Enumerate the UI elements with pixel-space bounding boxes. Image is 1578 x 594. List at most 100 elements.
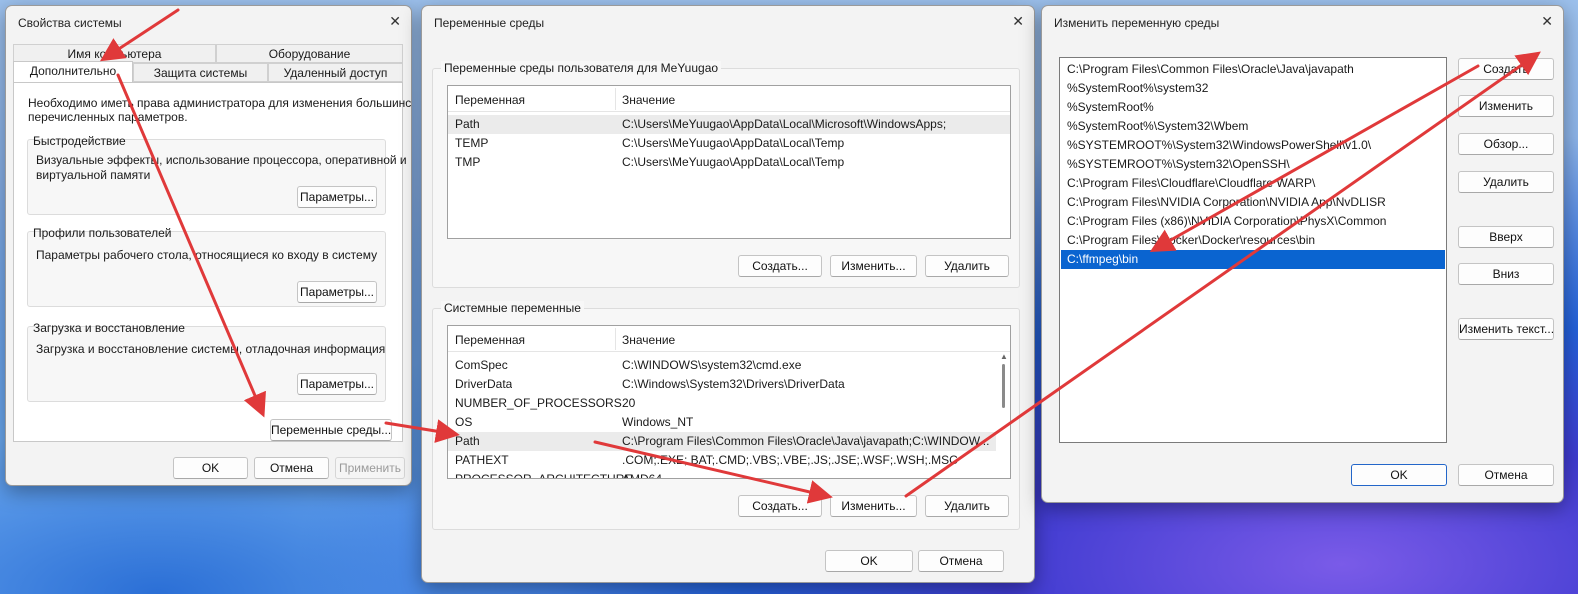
window-title: Свойства системы (18, 16, 122, 30)
delete-button[interactable]: Удалить (1458, 171, 1554, 193)
path-entries-list[interactable]: C:\Program Files\Common Files\Oracle\Jav… (1059, 57, 1447, 443)
close-icon[interactable]: ✕ (1012, 13, 1024, 30)
user-variables-title: Переменные среды пользователя для MeYuug… (441, 61, 722, 75)
system-create-button[interactable]: Создать... (738, 495, 822, 517)
scrollbar-thumb[interactable] (1002, 364, 1005, 408)
list-header: Переменная Значение (448, 326, 1010, 352)
admin-notice-line1: Необходимо иметь права администратора дл… (28, 96, 412, 110)
window-title: Переменные среды (434, 16, 545, 30)
close-icon[interactable]: ✕ (1541, 13, 1553, 30)
window-title: Изменить переменную среды (1054, 16, 1220, 30)
list-item[interactable]: %SystemRoot%\System32\Wbem (1061, 117, 1445, 136)
list-item[interactable]: %SystemRoot% (1061, 98, 1445, 117)
close-icon[interactable]: ✕ (389, 13, 401, 30)
tab-remote[interactable]: Удаленный доступ (268, 63, 403, 82)
create-button[interactable]: Создать (1458, 58, 1554, 80)
variable-value: C:\Windows\System32\Drivers\DriverData (622, 377, 845, 391)
variable-name: Path (455, 117, 480, 131)
user-variables-list[interactable]: Переменная Значение Path C:\Users\MeYuug… (447, 85, 1011, 239)
environment-variables-window: Переменные среды ✕ Переменные среды поль… (421, 5, 1035, 583)
startup-recovery-settings-button[interactable]: Параметры... (297, 373, 377, 395)
apply-button[interactable]: Применить (335, 457, 405, 479)
tab-protection[interactable]: Защита системы (133, 63, 268, 82)
column-variable[interactable]: Переменная (455, 93, 525, 107)
variable-value: 20 (622, 396, 636, 410)
system-edit-button[interactable]: Изменить... (830, 495, 917, 517)
system-variables-title: Системные переменные (441, 301, 584, 315)
table-row[interactable]: PROCESSOR_ARCHITECTURE AMD64 (448, 470, 1010, 479)
system-delete-button[interactable]: Удалить (925, 495, 1009, 517)
variable-name: PATHEXT (455, 453, 509, 467)
startup-recovery-title: Загрузка и восстановление (33, 321, 185, 335)
tab-advanced[interactable]: Дополнительно (13, 61, 133, 83)
variable-name: PROCESSOR_ARCHITECTURE (455, 472, 633, 479)
ok-button[interactable]: OK (173, 457, 248, 479)
table-row[interactable]: PATHEXT .COM;.EXE;.BAT;.CMD;.VBS;.VBE;.J… (448, 451, 1010, 470)
user-profiles-title: Профили пользователей (33, 226, 172, 240)
performance-title: Быстродействие (33, 134, 126, 148)
list-item[interactable]: %SYSTEMROOT%\System32\OpenSSH\ (1061, 155, 1445, 174)
table-row[interactable]: TEMP C:\Users\MeYuugao\AppData\Local\Tem… (448, 134, 1010, 153)
performance-settings-button[interactable]: Параметры... (297, 186, 377, 208)
user-edit-button[interactable]: Изменить... (830, 255, 917, 277)
variable-value: C:\Users\MeYuugao\AppData\Local\Temp (622, 155, 845, 169)
table-row[interactable]: Path C:\Users\MeYuugao\AppData\Local\Mic… (448, 115, 1010, 134)
variable-value: C:\Users\MeYuugao\AppData\Local\Temp (622, 136, 845, 150)
list-item[interactable]: %SystemRoot%\system32 (1061, 79, 1445, 98)
list-item[interactable]: C:\Program Files\Common Files\Oracle\Jav… (1061, 60, 1445, 79)
edit-button[interactable]: Изменить (1458, 95, 1554, 117)
column-variable[interactable]: Переменная (455, 333, 525, 347)
move-down-button[interactable]: Вниз (1458, 263, 1554, 285)
variable-name: OS (455, 415, 473, 429)
ok-button[interactable]: OK (1351, 464, 1447, 486)
list-item[interactable]: C:\Program Files\Docker\Docker\resources… (1061, 231, 1445, 250)
variable-name: DriverData (455, 377, 513, 391)
variable-value: C:\WINDOWS\system32\cmd.exe (622, 358, 802, 372)
variable-name: NUMBER_OF_PROCESSORS (455, 396, 622, 410)
performance-desc2: виртуальной памяти (36, 168, 151, 182)
variable-value: AMD64 (622, 472, 663, 479)
list-item[interactable]: C:\Program Files (x86)\NVIDIA Corporatio… (1061, 212, 1445, 231)
table-row[interactable]: NUMBER_OF_PROCESSORS 20 (448, 394, 1010, 413)
list-item[interactable]: C:\Program Files\Cloudflare\Cloudflare W… (1061, 174, 1445, 193)
system-properties-window: Свойства системы ✕ Имя компьютера Оборуд… (5, 5, 412, 486)
startup-recovery-desc: Загрузка и восстановление системы, отлад… (36, 342, 386, 356)
cancel-button[interactable]: Отмена (918, 550, 1004, 572)
title-bar: Свойства системы ✕ (6, 6, 411, 36)
scroll-up-icon[interactable]: ▲ (1000, 352, 1008, 361)
list-item-selected[interactable]: C:\ffmpeg\bin (1061, 250, 1445, 269)
variable-value: .COM;.EXE;.BAT;.CMD;.VBS;.VBE;.JS;.JSE;.… (622, 453, 958, 467)
user-delete-button[interactable]: Удалить (925, 255, 1009, 277)
table-row[interactable]: OS Windows_NT (448, 413, 1010, 432)
column-value[interactable]: Значение (622, 333, 675, 347)
title-bar: Изменить переменную среды ✕ (1042, 6, 1563, 36)
cancel-button[interactable]: Отмена (1458, 464, 1554, 486)
table-row[interactable]: DriverData C:\Windows\System32\Drivers\D… (448, 375, 1010, 394)
column-value[interactable]: Значение (622, 93, 675, 107)
variable-value: Windows_NT (622, 415, 694, 429)
user-profiles-desc: Параметры рабочего стола, относящиеся ко… (36, 248, 378, 262)
browse-button[interactable]: Обзор... (1458, 133, 1554, 155)
ok-button[interactable]: OK (825, 550, 913, 572)
system-variables-list[interactable]: Переменная Значение ComSpec C:\WINDOWS\s… (447, 325, 1011, 479)
user-variables-group: Переменные среды пользователя для MeYuug… (432, 61, 1020, 288)
variable-value: C:\Users\MeYuugao\AppData\Local\Microsof… (622, 117, 947, 131)
title-bar: Переменные среды ✕ (422, 6, 1034, 36)
tab-hardware[interactable]: Оборудование (216, 44, 403, 63)
variable-name: ComSpec (455, 358, 508, 372)
table-row-path-selected[interactable]: Path C:\Program Files\Common Files\Oracl… (448, 432, 996, 451)
performance-desc1: Визуальные эффекты, использование процес… (36, 153, 407, 167)
move-up-button[interactable]: Вверх (1458, 226, 1554, 248)
user-profiles-settings-button[interactable]: Параметры... (297, 281, 377, 303)
table-row[interactable]: TMP C:\Users\MeYuugao\AppData\Local\Temp (448, 153, 1010, 172)
user-create-button[interactable]: Создать... (738, 255, 822, 277)
cancel-button[interactable]: Отмена (254, 457, 329, 479)
list-item[interactable]: C:\Program Files\NVIDIA Corporation\NVID… (1061, 193, 1445, 212)
table-row[interactable]: ComSpec C:\WINDOWS\system32\cmd.exe (448, 356, 1010, 375)
edit-text-button[interactable]: Изменить текст... (1458, 318, 1554, 340)
admin-notice-line2: перечисленных параметров. (28, 110, 188, 124)
variable-name: TMP (455, 155, 481, 169)
advanced-tab-content: Необходимо иметь права администратора дл… (13, 82, 411, 442)
environment-variables-button[interactable]: Переменные среды... (270, 419, 392, 441)
list-item[interactable]: %SYSTEMROOT%\System32\WindowsPowerShell\… (1061, 136, 1445, 155)
